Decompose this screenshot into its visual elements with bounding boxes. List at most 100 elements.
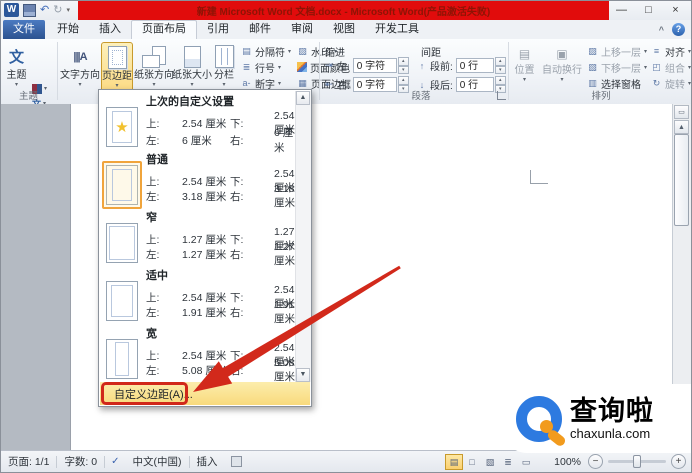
- view-print-layout-icon[interactable]: ▤: [445, 453, 463, 470]
- tab-references[interactable]: 引用: [197, 20, 239, 39]
- margin-preset-last-custom[interactable]: ★ 上次的自定义设置 上: 2.54 厘米 下: 2.54 厘米 左: 6 厘米…: [100, 91, 295, 154]
- page-indicator[interactable]: 页面: 1/1: [1, 454, 56, 469]
- margin-value-top: 2.54 厘米: [182, 350, 227, 362]
- margin-preset-moderate[interactable]: 适中 上: 2.54 厘米 下: 2.54 厘米 左: 1.91 厘米 右: 1…: [100, 265, 295, 325]
- macro-record-icon[interactable]: [230, 456, 242, 467]
- margin-value-left: 1.27 厘米: [182, 249, 227, 261]
- word-app-icon[interactable]: W: [4, 3, 19, 17]
- margin-preset-last-custom-icon: ★: [106, 107, 138, 147]
- tab-home[interactable]: 开始: [47, 20, 89, 39]
- spacing-after-input[interactable]: 0 行: [455, 77, 494, 92]
- qat-customize-chevron-icon[interactable]: ▾: [66, 6, 70, 14]
- tab-insert[interactable]: 插入: [89, 20, 131, 39]
- zoom-level[interactable]: 100%: [545, 456, 581, 468]
- spacing-before-field[interactable]: ↑ 段前: 0 行 ▴ ▾: [416, 57, 506, 74]
- margin-label-left: 左:: [146, 191, 160, 203]
- align-button[interactable]: ≡ 对齐 ▾: [651, 44, 691, 59]
- spell-check-icon[interactable]: ✓: [105, 456, 125, 467]
- group-button[interactable]: ◰ 组合 ▾: [651, 60, 691, 75]
- margin-value-right: 6 厘米: [274, 127, 294, 154]
- tab-review[interactable]: 审阅: [281, 20, 323, 39]
- spinner-down-icon[interactable]: ▾: [494, 65, 506, 74]
- insert-mode-indicator[interactable]: 插入: [190, 454, 225, 469]
- scrollbar-thumb[interactable]: [674, 134, 689, 226]
- wrap-text-button[interactable]: ▣ 自动换行 ▾: [540, 42, 584, 90]
- hyphenation-icon: a-: [242, 77, 251, 88]
- position-button[interactable]: ▤ 位置 ▾: [511, 42, 538, 90]
- watermark-icon: ▨: [298, 45, 307, 56]
- send-backward-button[interactable]: ▧ 下移一层 ▾: [587, 60, 647, 75]
- margin-label-bottom: 下:: [230, 234, 244, 246]
- undo-icon[interactable]: ↶: [40, 4, 49, 16]
- tab-mailings[interactable]: 邮件: [239, 20, 281, 39]
- paragraph-dialog-launcher-icon[interactable]: [497, 91, 506, 100]
- maximize-button[interactable]: □: [635, 1, 662, 19]
- view-full-screen-icon[interactable]: □: [463, 454, 481, 470]
- margin-preset-narrow[interactable]: 窄 上: 1.27 厘米 下: 1.27 厘米 左: 1.27 厘米 右: 1.…: [100, 207, 295, 267]
- tab-file[interactable]: 文件: [3, 20, 45, 39]
- bring-forward-icon: ▨: [588, 45, 597, 56]
- spinner-up-icon[interactable]: ▴: [397, 57, 409, 66]
- page-size-icon: [183, 45, 201, 68]
- ribbon-tabs: 开始 插入 页面布局 引用 邮件 审阅 视图 开发工具: [47, 20, 429, 39]
- dropdown-scroll-up-icon[interactable]: ▲: [296, 91, 310, 105]
- spinner-up-icon[interactable]: ▴: [397, 76, 409, 85]
- indent-left-input[interactable]: 0 字符: [352, 58, 397, 73]
- scroll-up-icon[interactable]: ▲: [674, 120, 689, 134]
- word-count[interactable]: 字数: 0: [57, 454, 104, 469]
- indent-left-field[interactable]: ⇥ 左: 0 字符 ▴ ▾: [323, 57, 409, 74]
- margin-preset-normal[interactable]: 普通 上: 2.54 厘米 下: 2.54 厘米 左: 3.18 厘米 右: 3…: [100, 149, 295, 209]
- spacing-before-icon: ↑: [419, 60, 425, 71]
- minimize-ribbon-icon[interactable]: ^: [659, 25, 664, 35]
- view-outline-icon[interactable]: ≣: [499, 454, 517, 470]
- line-numbers-button[interactable]: ≣ 行号 ▾: [241, 60, 282, 75]
- zoom-slider[interactable]: [608, 455, 666, 468]
- zoom-slider-thumb[interactable]: [633, 455, 641, 468]
- margin-label-top: 上:: [146, 292, 160, 304]
- spinner-up-icon[interactable]: ▴: [494, 76, 506, 85]
- annotation-highlight-box: [101, 382, 188, 405]
- zoom-in-icon[interactable]: +: [671, 454, 686, 469]
- view-draft-icon[interactable]: ▭: [517, 454, 535, 470]
- margin-preset-wide[interactable]: 宽 上: 2.54 厘米 下: 2.54 厘米 左: 5.08 厘米 右: 5.…: [100, 323, 295, 382]
- save-icon[interactable]: [23, 3, 36, 17]
- view-web-layout-icon[interactable]: ▧: [481, 454, 499, 470]
- spacing-before-spinner[interactable]: ▴ ▾: [494, 57, 506, 74]
- margin-value-left: 5.08 厘米: [182, 365, 227, 377]
- margin-label-bottom: 下:: [230, 350, 244, 362]
- margin-value-top: 2.54 厘米: [182, 118, 227, 130]
- chevron-down-icon: ▾: [278, 80, 282, 87]
- close-button[interactable]: ×: [662, 1, 689, 19]
- star-icon: ★: [115, 119, 129, 136]
- zoom-out-icon[interactable]: −: [588, 454, 603, 469]
- margin-label-left: 左:: [146, 307, 160, 319]
- help-icon[interactable]: ?: [672, 23, 685, 36]
- indent-left-spinner[interactable]: ▴ ▾: [397, 57, 409, 74]
- spinner-down-icon[interactable]: ▾: [397, 65, 409, 74]
- chevron-down-icon: ▾: [278, 64, 282, 71]
- orientation-icon: [142, 45, 166, 68]
- margin-label-right: 右:: [230, 365, 244, 377]
- dropdown-scrollbar[interactable]: ▲ ▼: [295, 91, 311, 382]
- minimize-button[interactable]: —: [608, 1, 635, 19]
- breaks-button[interactable]: ▤ 分隔符 ▾: [241, 44, 291, 59]
- bring-forward-button[interactable]: ▨ 上移一层 ▾: [587, 44, 647, 59]
- tab-view[interactable]: 视图: [323, 20, 365, 39]
- tab-page-layout[interactable]: 页面布局: [131, 20, 197, 39]
- tab-developer[interactable]: 开发工具: [365, 20, 429, 39]
- themes-group-label: 主题: [18, 91, 38, 102]
- margin-preset-title: 上次的自定义设置: [146, 96, 234, 108]
- tab-row-right: ^ ?: [659, 23, 685, 36]
- redo-icon[interactable]: ↻: [53, 4, 62, 16]
- margin-preset-title: 窄: [146, 212, 157, 224]
- spinner-up-icon[interactable]: ▴: [494, 57, 506, 66]
- dropdown-scroll-down-icon[interactable]: ▼: [296, 368, 310, 382]
- language-indicator[interactable]: 中文(中国): [126, 454, 189, 469]
- text-direction-button[interactable]: |||A 文字方向 ▾: [60, 42, 100, 99]
- ruler-toggle-icon[interactable]: ▭: [674, 105, 689, 119]
- page-color-icon: [297, 62, 307, 72]
- hyphenation-button[interactable]: a- 断字 ▾: [241, 76, 282, 91]
- chevron-down-icon: ▾: [560, 77, 564, 83]
- rotate-button[interactable]: ↻ 旋转 ▾: [651, 76, 691, 91]
- spacing-before-input[interactable]: 0 行: [455, 58, 494, 73]
